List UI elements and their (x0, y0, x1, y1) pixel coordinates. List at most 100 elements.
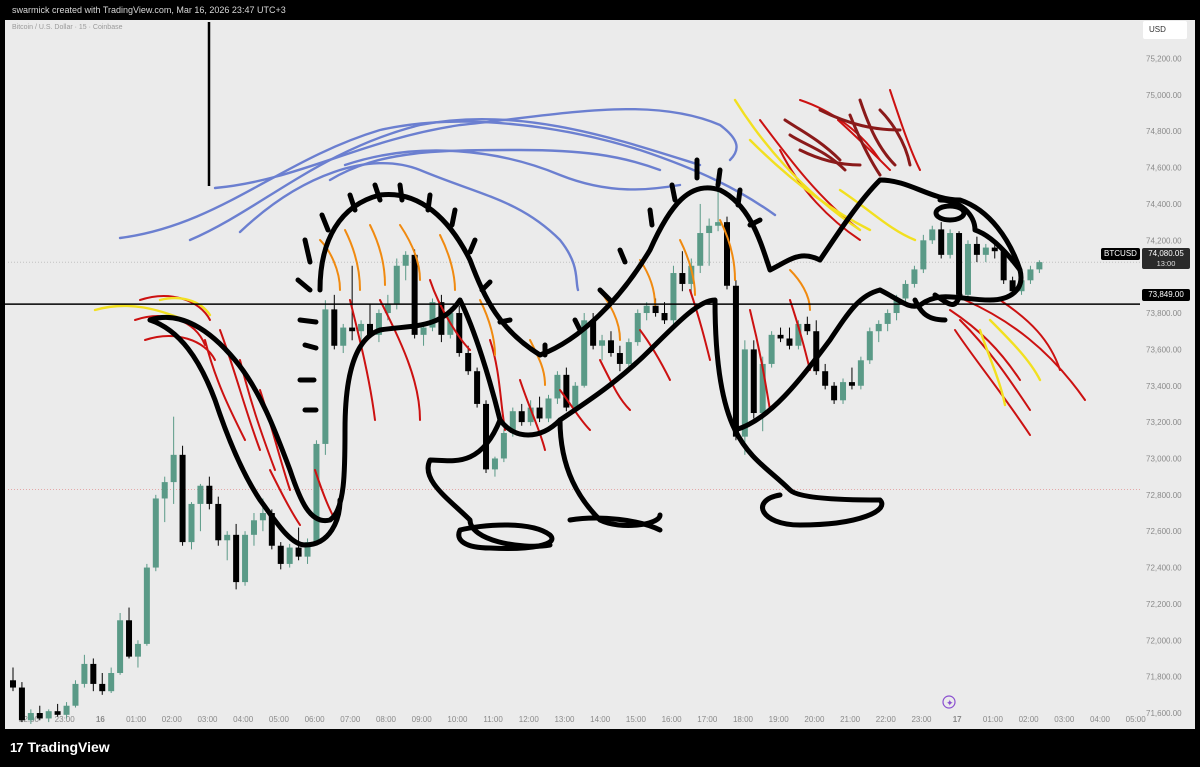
candle (964, 240, 971, 303)
x-tick-label: 14:00 (590, 715, 611, 724)
candle (277, 542, 284, 570)
candle-body (72, 683, 79, 706)
candle (134, 640, 141, 668)
candle (634, 309, 641, 346)
candle (250, 513, 257, 546)
candle-body (108, 673, 115, 692)
x-tick-label: 20:00 (804, 715, 825, 724)
candle-body (545, 398, 552, 419)
candle-body (1036, 262, 1043, 270)
x-tick-label: 22:00 (876, 715, 897, 724)
y-tick-label: 74,800.00 (1146, 127, 1182, 136)
candle (679, 251, 686, 292)
y-tick-label: 74,600.00 (1146, 164, 1182, 173)
candle-body (848, 382, 855, 386)
candle (857, 356, 864, 390)
candle-body (117, 620, 124, 674)
tradingview-logo-text: TradingView (27, 739, 110, 755)
candle-body (224, 534, 231, 541)
candle (54, 703, 61, 717)
candle-body (179, 454, 186, 543)
candle-body (768, 334, 775, 364)
candle (483, 400, 490, 474)
candle-body (295, 547, 302, 557)
candle (822, 363, 829, 390)
y-tick-label: 73,000.00 (1146, 454, 1182, 463)
blue-stroke (328, 148, 662, 182)
x-tick-label: 23:00 (911, 715, 932, 724)
candle (848, 367, 855, 390)
x-tick-label: 18:00 (733, 715, 754, 724)
dragon-back-leg (732, 427, 885, 528)
candle (625, 338, 632, 368)
candle (982, 243, 989, 263)
candle-body (661, 313, 668, 321)
x-tick-label: 02:00 (162, 715, 183, 724)
y-tick-label: 73,200.00 (1146, 418, 1182, 427)
candle-body (938, 229, 945, 255)
x-tick-label: 02:00 (1019, 715, 1040, 724)
x-tick-label: 12:00 (519, 715, 540, 724)
candle-body (491, 458, 498, 470)
y-tick-label: 72,200.00 (1146, 600, 1182, 609)
candle-body (732, 285, 739, 437)
candle-body (63, 705, 70, 715)
x-tick-label: 04:00 (233, 715, 254, 724)
candle-body (929, 229, 936, 241)
candle-body (402, 254, 409, 266)
candle-body (866, 331, 873, 361)
currency-button[interactable]: USD (1143, 21, 1187, 39)
candle-body (45, 711, 52, 719)
tradingview-logo[interactable]: 17 TradingView (10, 739, 110, 755)
candle-body (625, 342, 632, 364)
candle-body (349, 327, 356, 332)
y-tick-label: 72,000.00 (1146, 636, 1182, 645)
candle (331, 294, 338, 350)
candle-body (964, 243, 971, 295)
bar-countdown: 13:00 (1142, 259, 1190, 269)
candle (108, 667, 115, 694)
candle-body (991, 247, 998, 252)
candle-body (215, 503, 222, 541)
y-axis: 75,200.00 75,000.00 74,800.00 74,600.00 74,4… (1146, 55, 1182, 719)
candle (563, 367, 570, 412)
price-chart[interactable]: 22:00 23:00 16 01:00 02:00 03:00 04:00 05:00 06:… (0, 0, 1200, 767)
candle-body (500, 433, 507, 459)
candle-body (152, 498, 159, 568)
candle-body (322, 309, 329, 444)
candle (554, 371, 561, 404)
candle (36, 705, 43, 721)
x-axis: 22:00 23:00 16 01:00 02:00 03:00 04:00 05:00 06:… (19, 715, 1146, 724)
y-tick-label: 73,400.00 (1146, 382, 1182, 391)
dragon-front-leg-2 (557, 417, 663, 528)
candle-body (982, 247, 989, 255)
candle (536, 396, 543, 423)
candle-body (483, 403, 490, 470)
candle (616, 345, 623, 372)
x-tick-label: 01:00 (126, 715, 147, 724)
candle (866, 327, 873, 364)
y-tick-label: 75,200.00 (1146, 55, 1182, 64)
candle (929, 225, 936, 244)
candle-body (875, 323, 882, 332)
symbol-description: Bitcoin / U.S. Dollar · 15 · Coinbase (12, 24, 123, 31)
candle-body (536, 407, 543, 419)
candle-body (616, 353, 623, 364)
x-tick-label: 11:00 (483, 715, 503, 724)
candle (170, 416, 177, 504)
y-tick-label: 73,600.00 (1146, 345, 1182, 354)
candle (804, 316, 811, 335)
candle-body (804, 323, 811, 332)
candle (161, 476, 168, 523)
candle (661, 302, 668, 324)
candle-body (902, 283, 909, 299)
candle (884, 309, 891, 332)
candle-body (358, 323, 365, 332)
candle-body (956, 233, 963, 295)
candle (840, 378, 847, 404)
y-tick-label: 72,600.00 (1146, 527, 1182, 536)
candle-body (831, 385, 838, 401)
candle (18, 682, 25, 723)
candle-body (1027, 269, 1034, 281)
candle-body (99, 683, 106, 692)
